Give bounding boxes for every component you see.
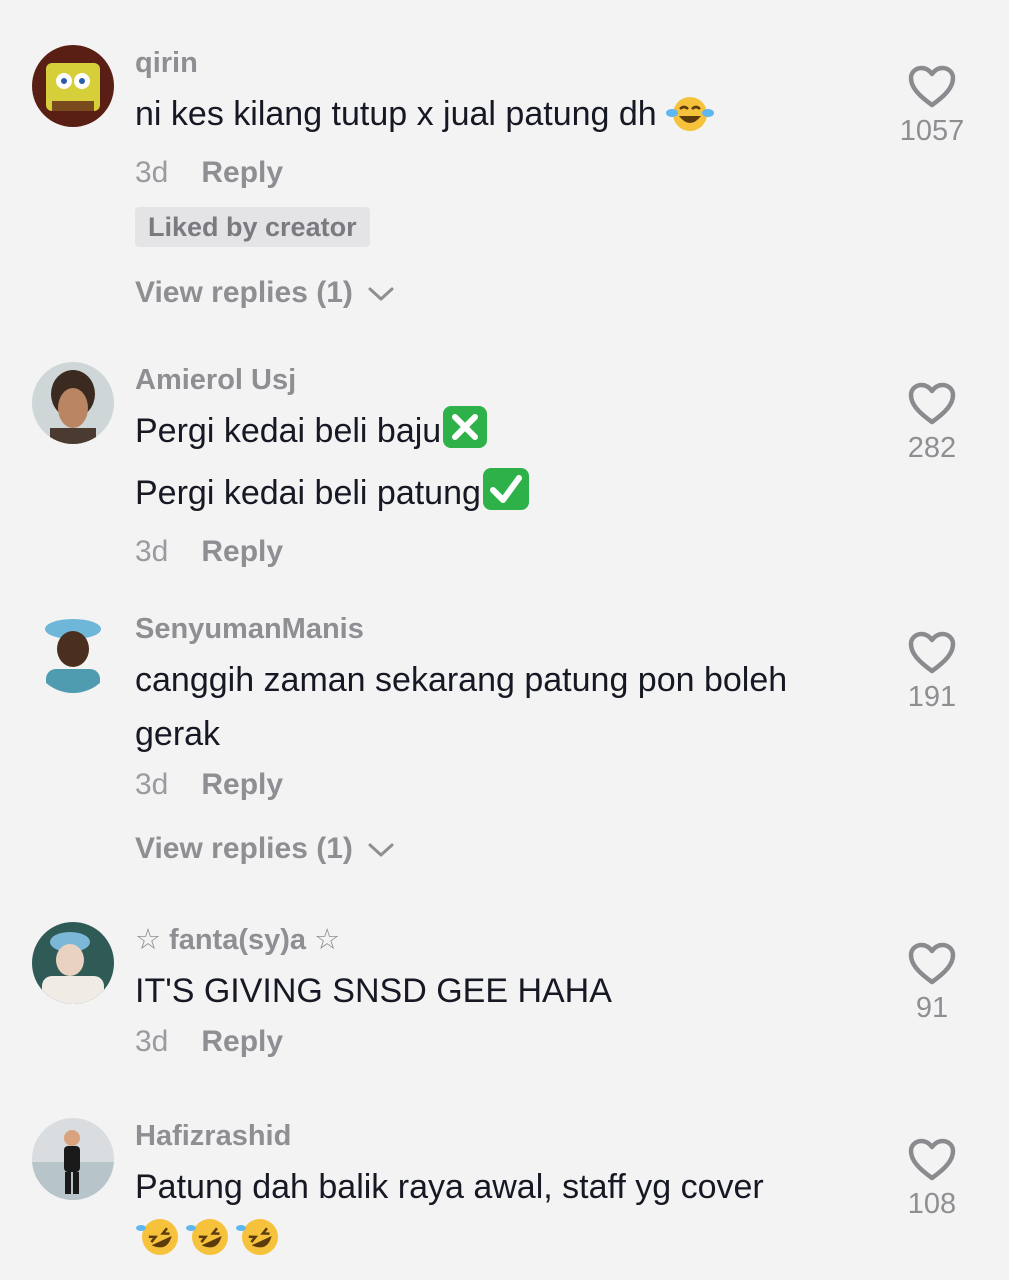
- comment-meta: 3d Reply: [135, 763, 880, 807]
- comment-text-line: IT'S GIVING SNSD GEE HAHA: [135, 972, 612, 1010]
- comment-body: Amierol Usj Pergi kedai beli baju Pergi …: [135, 362, 880, 574]
- view-replies-button[interactable]: View replies (1): [135, 829, 880, 869]
- check-mark-button-emoji: [481, 466, 533, 528]
- comment-time: 3d: [135, 156, 169, 189]
- chevron-down-icon: [368, 287, 394, 301]
- like-button[interactable]: 91: [882, 942, 982, 1026]
- like-button[interactable]: 282: [882, 382, 982, 466]
- chevron-down-icon: [368, 843, 394, 857]
- reply-button[interactable]: Reply: [201, 156, 283, 189]
- comment-time: 3d: [135, 1025, 169, 1058]
- comment-text: canggih zaman sekarang patung pon boleh …: [135, 653, 880, 761]
- cross-mark-button-emoji: [441, 404, 489, 466]
- reply-button[interactable]: Reply: [201, 535, 283, 568]
- comment-meta: 3d Reply: [135, 151, 880, 195]
- like-count: 91: [915, 992, 949, 1024]
- like-count: 282: [907, 432, 957, 464]
- comment-username[interactable]: qirin: [135, 45, 880, 81]
- like-count: 191: [907, 681, 957, 713]
- view-replies-label: View replies (1): [135, 832, 353, 865]
- comment-body: qirin ni kes kilang tutup x jual patung …: [135, 45, 880, 313]
- avatar[interactable]: [32, 611, 114, 693]
- comment-text-line: gerak: [135, 715, 221, 753]
- heart-outline-icon: [908, 65, 956, 108]
- comment-username[interactable]: ☆ fanta(sy)a ☆: [135, 922, 880, 958]
- rolling-on-floor-laughing-emoji: [235, 1214, 285, 1276]
- heart-outline-icon: [908, 631, 956, 674]
- avatar[interactable]: [32, 362, 114, 444]
- face-with-tears-of-joy-emoji: [666, 93, 715, 149]
- liked-by-creator-badge: Liked by creator: [135, 207, 370, 247]
- like-count: 108: [907, 1188, 957, 1220]
- rolling-on-floor-laughing-emoji: [185, 1214, 235, 1276]
- comment-time: 3d: [135, 768, 169, 801]
- comment-body: Hafizrashid Patung dah balik raya awal, …: [135, 1118, 880, 1276]
- avatar[interactable]: [32, 922, 114, 1004]
- comment-text-line: Patung dah balik raya awal, staff yg cov…: [135, 1168, 764, 1206]
- heart-outline-icon: [908, 1138, 956, 1181]
- rolling-on-floor-laughing-emoji: [135, 1214, 185, 1276]
- comment-text: ni kes kilang tutup x jual patung dh: [135, 87, 880, 149]
- like-button[interactable]: 191: [882, 631, 982, 715]
- comment-text-line: canggih zaman sekarang patung pon boleh: [135, 661, 788, 699]
- comment-username[interactable]: Amierol Usj: [135, 362, 880, 398]
- reply-button[interactable]: Reply: [201, 1025, 283, 1058]
- comment-username[interactable]: Hafizrashid: [135, 1118, 880, 1154]
- heart-outline-icon: [908, 942, 956, 985]
- comment-text-line: Pergi kedai beli patung: [135, 474, 481, 512]
- like-button[interactable]: 108: [882, 1138, 982, 1222]
- comment-text: Pergi kedai beli baju Pergi kedai beli p…: [135, 404, 880, 528]
- comment-meta: 3d Reply: [135, 1020, 880, 1064]
- comment-body: SenyumanManis canggih zaman sekarang pat…: [135, 611, 880, 869]
- comments-list: qirin ni kes kilang tutup x jual patung …: [0, 0, 1009, 1280]
- avatar[interactable]: [32, 1118, 114, 1200]
- comment-text: IT'S GIVING SNSD GEE HAHA: [135, 964, 880, 1018]
- comment-text-line: Pergi kedai beli baju: [135, 412, 442, 450]
- heart-outline-icon: [908, 382, 956, 425]
- avatar[interactable]: [32, 45, 114, 127]
- comment-time: 3d: [135, 535, 169, 568]
- like-count: 1057: [899, 115, 965, 147]
- like-button[interactable]: 1057: [882, 65, 982, 149]
- reply-button[interactable]: Reply: [201, 768, 283, 801]
- rofl-emoji-row: [135, 1214, 880, 1276]
- comment-body: ☆ fanta(sy)a ☆ IT'S GIVING SNSD GEE HAHA…: [135, 922, 880, 1064]
- comment-text: Patung dah balik raya awal, staff yg cov…: [135, 1160, 880, 1276]
- comment-text-line: ni kes kilang tutup x jual patung dh: [135, 95, 657, 133]
- comment-username[interactable]: SenyumanManis: [135, 611, 880, 647]
- view-replies-button[interactable]: View replies (1): [135, 273, 880, 313]
- view-replies-label: View replies (1): [135, 276, 353, 309]
- comment-meta: 3d Reply: [135, 530, 880, 574]
